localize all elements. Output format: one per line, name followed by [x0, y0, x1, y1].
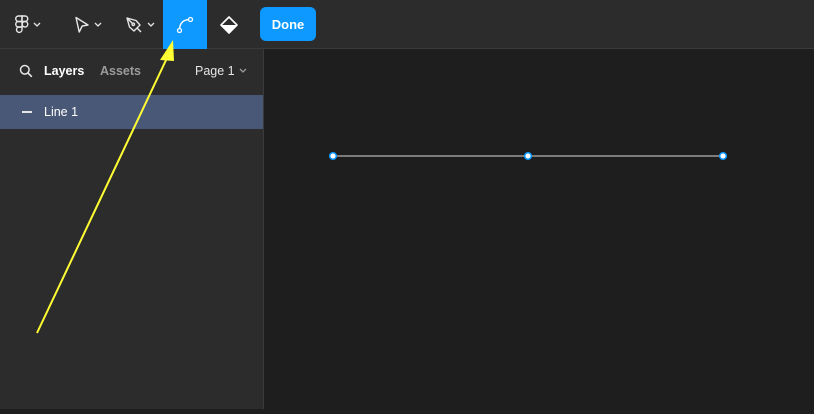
- canvas[interactable]: [265, 49, 814, 409]
- page-selector-label: Page 1: [195, 64, 235, 78]
- tab-assets[interactable]: Assets: [100, 64, 141, 78]
- chevron-down-icon: [147, 22, 155, 27]
- figma-menu-icon: [15, 14, 29, 33]
- chevron-down-icon: [94, 22, 102, 27]
- toolbar: Done: [0, 0, 814, 49]
- canvas-drawing: [328, 151, 728, 161]
- paint-bucket-button[interactable]: [211, 0, 247, 49]
- layer-label: Line 1: [44, 105, 79, 119]
- line-layer-icon: [22, 111, 32, 113]
- bend-tool-button[interactable]: [163, 0, 207, 49]
- main-menu-button[interactable]: [8, 0, 48, 49]
- pen-tool-button[interactable]: [118, 0, 162, 49]
- move-tool-icon: [75, 16, 89, 33]
- search-icon[interactable]: [19, 64, 33, 78]
- vertex-handle[interactable]: [718, 151, 728, 161]
- vertex-handle[interactable]: [328, 151, 338, 161]
- chevron-down-icon: [33, 22, 41, 27]
- panel-header: Layers Assets Page 1: [0, 49, 264, 94]
- chevron-down-icon: [239, 68, 247, 73]
- paint-bucket-icon: [220, 15, 238, 34]
- pen-tool-icon: [126, 16, 142, 32]
- tab-layers[interactable]: Layers: [44, 64, 84, 78]
- page-selector[interactable]: Page 1: [195, 64, 247, 78]
- layers-panel: Layers Assets Page 1 Line 1: [0, 49, 264, 409]
- move-tool-button[interactable]: [66, 0, 110, 49]
- done-button[interactable]: Done: [260, 7, 316, 41]
- vertex-handle[interactable]: [523, 151, 533, 161]
- bend-tool-icon: [176, 16, 194, 33]
- layer-item-line-1[interactable]: Line 1: [0, 95, 263, 129]
